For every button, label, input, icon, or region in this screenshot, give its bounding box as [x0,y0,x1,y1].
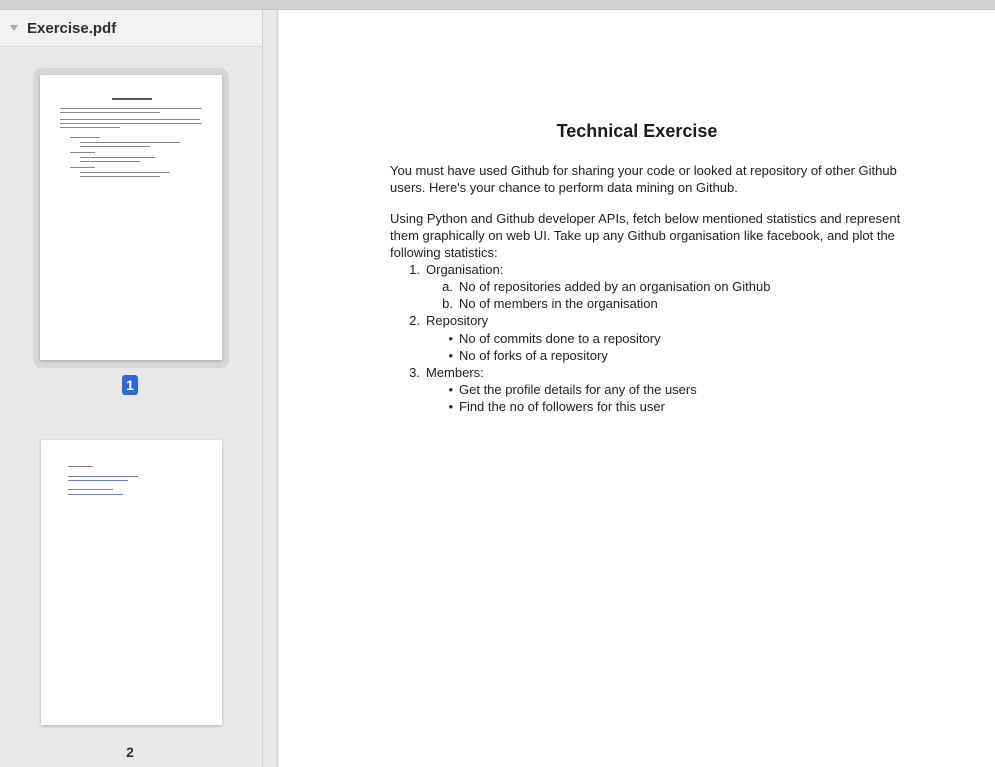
list-item-text: No of members in the organisation [459,296,658,311]
list-marker: a. [442,279,453,294]
page-number-badge-1: 1 [122,375,138,395]
page-number-label-2: 2 [126,744,134,760]
sidebar-file-header[interactable]: Exercise.pdf [0,10,262,47]
thumbnail-text-line [60,123,202,124]
thumbnail-text-line [60,112,160,113]
thumbnail-link-line [68,480,128,481]
page-thumbnail-2[interactable] [41,440,222,725]
intro-paragraph: You must have used Github for sharing yo… [390,163,897,195]
thumbnail-text-line [60,127,120,128]
list-item-text: No of commits done to a repository [459,331,661,346]
thumbnail-link-line [68,476,138,477]
sidebar-splitter[interactable] [262,10,278,767]
list-item-text: No of forks of a repository [459,348,608,363]
bullet-icon: • [448,382,453,397]
page-thumbnail-1[interactable] [40,75,222,360]
thumbnail-text-line [70,167,95,168]
list-marker: 1. [409,262,420,277]
list-item-text: Find the no of followers for this user [459,399,665,414]
thumbnail-text-line [68,466,93,467]
thumbnail-text-line [60,108,202,109]
list-item-text: Members: [426,365,484,380]
list-item-text: Repository [426,313,489,328]
list-marker: 2. [409,313,420,328]
document-page: Technical Exercise You must have used Gi… [279,10,995,767]
thumbnail-link-line [68,494,123,495]
bullet-icon: • [448,331,453,346]
thumbnail-text-line [80,157,155,158]
list-item-text: No of repositories added by an organisat… [459,279,771,294]
thumbnail-text-line [68,489,113,490]
thumbnail-text-line [80,146,150,147]
instructions-paragraph: Using Python and Github developer APIs, … [390,211,901,260]
thumbnail-text-line [70,137,100,138]
thumbnail-text-line [60,119,200,120]
list-item-text: Get the profile details for any of the u… [459,382,697,397]
document-title: Technical Exercise [556,121,718,141]
thumbnail-text-line [80,176,160,177]
list-item-text: Organisation: [426,262,504,277]
bullet-icon: • [448,399,453,414]
file-name: Exercise.pdf [27,19,117,37]
thumbnail-text-line [80,161,140,162]
list-marker: b. [442,296,453,311]
thumbnail-text-line [80,142,180,143]
bullet-icon: • [448,348,453,363]
thumbnail-text-line [80,172,170,173]
list-marker: 3. [409,365,420,380]
disclosure-triangle-icon[interactable] [10,25,18,31]
window-toolbar [0,0,995,10]
thumbnail-text-line [70,152,95,153]
thumbnail-title-line [112,98,152,100]
